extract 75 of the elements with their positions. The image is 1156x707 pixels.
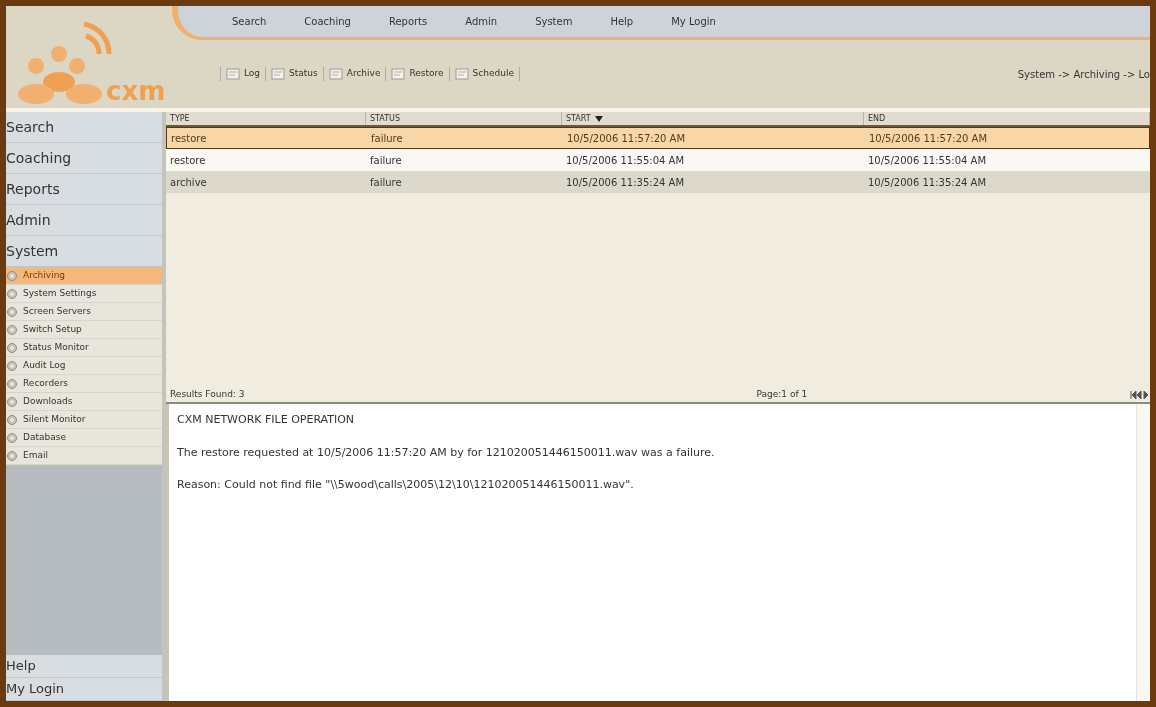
document-icon: [328, 68, 343, 80]
table-cell-text: restore: [169, 153, 207, 168]
table-cell-text: failure: [369, 175, 403, 190]
sidebar-item[interactable]: Silent Monitor: [6, 411, 162, 429]
table-row[interactable]: restore failure 10/5/2006 11:55:04 AM 10/5/2006 11:55:04 AM: [166, 149, 1150, 171]
table-cell-text: 10/5/2006 11:57:20 AM: [868, 131, 988, 146]
sidebar-section[interactable]: Admin: [6, 205, 162, 236]
sidebar-item[interactable]: System Settings: [6, 285, 162, 303]
top-menu-item[interactable]: System: [531, 14, 573, 29]
page-info: Page:1 of 1: [756, 388, 808, 402]
results-count: Results Found: 3: [170, 388, 245, 402]
gear-icon: [6, 413, 19, 426]
sidebar-section[interactable]: Reports: [6, 174, 162, 205]
document-icon: [454, 68, 469, 80]
gear-icon: [6, 287, 19, 300]
document-icon: [271, 68, 286, 80]
table-row[interactable]: archive failure 10/5/2006 11:35:24 AM 10/5/2006 11:35:24 AM: [166, 171, 1150, 193]
gear-icon: [6, 395, 19, 408]
logo-text: cxm: [106, 78, 166, 104]
sidebar-section[interactable]: My Login: [6, 678, 162, 701]
table-cell-text: restore: [170, 131, 208, 146]
gear-icon: [6, 449, 19, 462]
pager-icon[interactable]: [1130, 391, 1150, 399]
sort-descending-icon: [594, 115, 603, 122]
breadcrumb: System -> Archiving -> Lo: [1017, 67, 1150, 82]
sidebar-section[interactable]: Help: [6, 655, 162, 678]
top-menu-item[interactable]: Coaching: [300, 14, 351, 29]
gear-icon: [6, 359, 19, 372]
table-cell-text: archive: [169, 175, 208, 190]
column-header[interactable]: END: [864, 112, 1150, 125]
message-text: The restore requested at 10/5/2006 11:57:20 AM by for 121020051446150011.wav was a failure.: [177, 444, 716, 461]
toolbar-button[interactable]: Restore: [386, 67, 450, 81]
table-cell-text: failure: [370, 131, 404, 146]
table-cell-text: 10/5/2006 11:55:04 AM: [867, 153, 987, 168]
sidebar-item[interactable]: Database: [6, 429, 162, 447]
document-icon: [391, 68, 406, 80]
table-cell-text: 10/5/2006 11:57:20 AM: [566, 131, 686, 146]
table-cell-text: 10/5/2006 11:55:04 AM: [565, 153, 685, 168]
column-header[interactable]: START: [562, 112, 864, 125]
message-title: CXM NETWORK FILE OPERATION: [177, 412, 356, 428]
column-header[interactable]: STATUS: [366, 112, 562, 125]
top-menu-item[interactable]: Help: [606, 14, 634, 29]
gear-icon: [6, 269, 19, 282]
sidebar-item[interactable]: Screen Servers: [6, 303, 162, 321]
top-menu-item[interactable]: Reports: [384, 14, 428, 29]
toolbar-button[interactable]: Log: [221, 67, 267, 81]
sidebar-section[interactable]: Search: [6, 112, 162, 143]
gear-icon: [6, 341, 19, 354]
scrollbar[interactable]: [1136, 404, 1150, 701]
top-menu-item[interactable]: My Login: [667, 14, 716, 29]
gear-icon: [6, 323, 19, 336]
document-icon: [226, 68, 240, 80]
sidebar-section[interactable]: Coaching: [6, 143, 162, 174]
table-row[interactable]: restore failure 10/5/2006 11:57:20 AM 10/5/2006 11:57:20 AM: [166, 127, 1150, 149]
table-cell-text: failure: [369, 153, 403, 168]
top-menu-item[interactable]: Search: [228, 14, 267, 29]
sidebar-item[interactable]: Recorders: [6, 375, 162, 393]
gear-icon: [6, 431, 19, 444]
sidebar-item[interactable]: Switch Setup: [6, 321, 162, 339]
toolbar-button[interactable]: Archive: [323, 67, 387, 81]
column-header[interactable]: TYPE: [166, 112, 366, 125]
gear-icon: [6, 377, 19, 390]
sidebar-item[interactable]: Email: [6, 447, 162, 465]
table-cell-text: 10/5/2006 11:35:24 AM: [565, 175, 685, 190]
sidebar-item[interactable]: Status Monitor: [6, 339, 162, 357]
toolbar-button[interactable]: Status: [266, 67, 324, 81]
sidebar-item[interactable]: Audit Log: [6, 357, 162, 375]
sidebar-section[interactable]: System: [6, 236, 162, 267]
message-text: Reason: Could not find file "\\5wood\calls\2005\12\10\121020051446150011.wav".: [177, 477, 635, 493]
toolbar-button[interactable]: Schedule: [449, 67, 520, 81]
top-menu-item[interactable]: Admin: [461, 14, 498, 29]
sidebar-item[interactable]: Archiving: [6, 267, 162, 285]
table-cell-text: 10/5/2006 11:35:24 AM: [867, 175, 987, 190]
sidebar-item[interactable]: Downloads: [6, 393, 162, 411]
gear-icon: [6, 305, 19, 318]
